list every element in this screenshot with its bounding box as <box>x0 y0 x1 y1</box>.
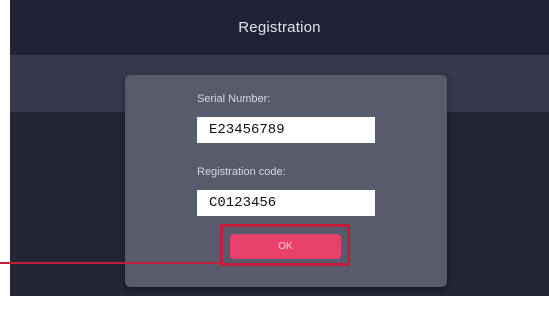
serial-number-input[interactable] <box>197 117 375 143</box>
registration-dialog: Serial Number: Registration code: OK <box>125 75 447 287</box>
ok-button[interactable]: OK <box>230 234 341 259</box>
serial-number-label: Serial Number: <box>197 93 271 105</box>
callout-line <box>0 262 221 264</box>
page-margin <box>0 296 549 323</box>
device-screen: Registration Serial Number: Registration… <box>10 0 549 296</box>
registration-code-label: Registration code: <box>197 166 286 178</box>
page-title: Registration <box>238 19 321 36</box>
registration-code-input[interactable] <box>197 190 375 216</box>
title-bar: Registration <box>10 0 549 56</box>
